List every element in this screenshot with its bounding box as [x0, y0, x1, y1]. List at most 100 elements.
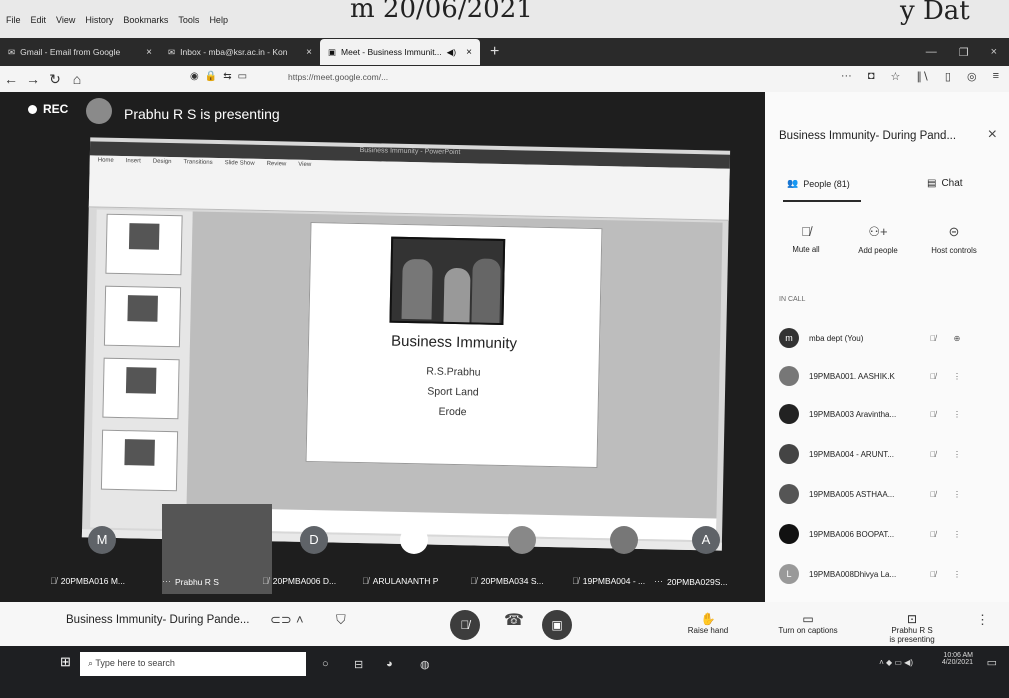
- menu-bookmarks[interactable]: Bookmarks: [123, 15, 168, 25]
- mic-off-icon: 🎙̸: [930, 529, 936, 539]
- taskbar-search-input[interactable]: ⌕ Type here to search: [80, 652, 306, 676]
- people-panel: Business Immunity- During Pand... × 👥 Pe…: [765, 92, 1009, 602]
- permissions-icon[interactable]: ⇆: [223, 71, 231, 82]
- participant-row[interactable]: 19PMBA004 - ARUNT... 🎙̸ ⋮: [779, 442, 993, 466]
- more-options-icon[interactable]: ⋮: [947, 490, 967, 499]
- shield-icon[interactable]: ◉: [190, 71, 199, 82]
- more-options-icon[interactable]: ⋮: [947, 450, 967, 459]
- more-options-icon[interactable]: ⋮: [947, 410, 967, 419]
- more-options-icon[interactable]: ⋮: [947, 570, 967, 579]
- speaker-icon[interactable]: ◀): [447, 47, 456, 58]
- participant-row[interactable]: 19PMBA006 BOOPAT... 🎙̸ ⋮: [779, 522, 993, 546]
- participant-name: 19PMBA004 - ARUNT...: [809, 449, 894, 459]
- mic-off-icon: 🎙̸: [930, 371, 936, 381]
- participant-row[interactable]: 19PMBA003 Aravintha... 🎙̸ ⋮: [779, 402, 993, 426]
- link-icon[interactable]: ⊂⊃: [270, 612, 292, 628]
- tab-people[interactable]: 👥 People (81): [787, 178, 850, 189]
- participant-tile[interactable]: M 🎙̸ 20PMBA016 M...: [50, 504, 160, 594]
- mic-toggle-button[interactable]: 🎙̸: [450, 610, 480, 640]
- back-icon[interactable]: ←: [0, 71, 22, 87]
- close-icon[interactable]: ×: [306, 47, 312, 58]
- more-options-icon[interactable]: ⋮: [976, 612, 989, 628]
- participant-row[interactable]: 19PMBA001. AASHIK.K 🎙̸ ⋮: [779, 364, 993, 388]
- pocket-icon[interactable]: ◘: [868, 70, 875, 83]
- more-options-icon[interactable]: ⋮: [947, 530, 967, 539]
- notification-icon[interactable]: ▭: [987, 656, 997, 669]
- window-controls: — ❐ ×: [926, 46, 1009, 59]
- add-people-button[interactable]: ⚇+ Add people: [843, 224, 913, 255]
- tab-chat[interactable]: ▤ Chat: [927, 178, 963, 189]
- menu-edit[interactable]: Edit: [31, 15, 47, 25]
- more-options-icon[interactable]: ⋮: [947, 372, 967, 381]
- navigation-bar: ← → ↻ ⌂ ◉ 🔒 ⇆ ▭ https://meet.google.com/…: [0, 66, 1009, 92]
- avatar: m: [779, 328, 799, 348]
- lock-icon[interactable]: 🔒: [205, 71, 217, 82]
- participant-tile[interactable]: 🎙̸ 20PMBA034 S...: [470, 504, 580, 594]
- pin-icon[interactable]: ⊕: [947, 334, 967, 343]
- chevron-up-icon[interactable]: ˄: [296, 612, 304, 627]
- forward-icon[interactable]: →: [22, 71, 44, 87]
- tab-gmail[interactable]: ✉ Gmail - Email from Google ×: [0, 39, 160, 65]
- leave-call-icon[interactable]: ☎: [504, 610, 524, 630]
- reload-icon[interactable]: ↻: [44, 71, 66, 88]
- menu-file[interactable]: File: [6, 15, 21, 25]
- close-icon[interactable]: ×: [988, 126, 997, 144]
- participant-tile[interactable]: D 🎙̸ 20PMBA006 D...: [262, 504, 372, 594]
- bookmark-star-icon[interactable]: ☆: [891, 70, 901, 83]
- new-tab-button[interactable]: +: [480, 43, 509, 61]
- sidebar-icon[interactable]: ▯: [945, 70, 951, 83]
- tile-name: ARULANANTH P: [372, 576, 439, 586]
- security-shield-icon[interactable]: ⛉: [336, 612, 346, 628]
- participant-tile[interactable]: 🎙̸ ARULANANTH P: [362, 504, 472, 594]
- tab-meet[interactable]: ▣ Meet - Business Immunit... ◀) ×: [320, 39, 480, 65]
- meet-stage: REC Prabhu R S is presenting Business Im…: [0, 92, 765, 602]
- raise-hand-button[interactable]: ✋ Raise hand: [668, 612, 748, 635]
- ribbon-tab: Review: [266, 161, 287, 168]
- menu-view[interactable]: View: [56, 15, 75, 25]
- close-window-icon[interactable]: ×: [991, 46, 997, 59]
- minimize-icon[interactable]: —: [926, 46, 937, 59]
- tab-inbox[interactable]: ✉ Inbox - mba@ksr.ac.in - Kon ×: [160, 39, 320, 65]
- clock[interactable]: 10:06 AM 4/20/2021: [942, 652, 973, 666]
- menu-help[interactable]: Help: [209, 15, 228, 25]
- mic-off-icon: 🎙̸: [930, 409, 936, 419]
- ribbon-tab: Insert: [125, 158, 141, 165]
- menu-icon[interactable]: ≡: [993, 70, 999, 83]
- presenting-button[interactable]: ⊡ Prabhu R S is presenting: [872, 612, 952, 644]
- participant-row[interactable]: 19PMBA005 ASTHAA... 🎙̸ ⋮: [779, 482, 993, 506]
- menu-history[interactable]: History: [85, 15, 113, 25]
- url-field[interactable]: https://meet.google.com/...: [288, 72, 388, 82]
- participant-row[interactable]: L 19PMBA008Dhivya La... 🎙̸ ⋮: [779, 562, 993, 586]
- windows-start-icon[interactable]: ⊞: [60, 654, 71, 670]
- participant-row[interactable]: m mba dept (You) 🎙̸ ⊕: [779, 326, 993, 350]
- mic-off-icon: 🎙̸: [470, 576, 477, 586]
- tile-name: 20PMBA029S...: [667, 576, 728, 587]
- camera-icon[interactable]: ▭: [238, 71, 247, 82]
- raise-hand-label: Raise hand: [687, 626, 729, 635]
- captions-button[interactable]: ▭ Turn on captions: [768, 612, 848, 635]
- toolbar-right: ··· ◘ ☆ ∥∖ ▯ ◎ ≡: [841, 70, 999, 83]
- maximize-icon[interactable]: ❐: [959, 46, 969, 59]
- system-tray[interactable]: ˄ ◆ ▭ ◀): [879, 658, 913, 667]
- chrome-icon[interactable]: ◍: [420, 658, 430, 671]
- mic-off-icon: 🎙̸: [362, 576, 369, 586]
- task-view-icon[interactable]: ⊟: [354, 658, 363, 671]
- mail-icon: ✉: [8, 46, 16, 57]
- meeting-name[interactable]: Business Immunity- During Pande...: [66, 614, 249, 626]
- captions-label: Turn on captions: [778, 626, 838, 635]
- close-icon[interactable]: ×: [466, 47, 472, 58]
- home-icon[interactable]: ⌂: [66, 71, 88, 87]
- extension-icon[interactable]: ◎: [967, 70, 977, 83]
- mute-all-button[interactable]: 🎙̸ Mute all: [771, 224, 841, 254]
- participant-tile[interactable]: ⋯ Prabhu R S: [162, 504, 272, 594]
- cortana-icon[interactable]: ○: [322, 658, 329, 670]
- host-controls-button[interactable]: ⊝ Host controls: [919, 224, 989, 255]
- url-icons: ◉ 🔒 ⇆ ▭: [190, 71, 247, 82]
- menu-tools[interactable]: Tools: [178, 15, 199, 25]
- camera-toggle-button[interactable]: ▣: [542, 610, 572, 640]
- close-icon[interactable]: ×: [146, 47, 152, 58]
- more-icon[interactable]: ···: [841, 70, 852, 83]
- library-icon[interactable]: ∥∖: [916, 70, 929, 83]
- participant-tile[interactable]: A ⋯ 20PMBA029S...: [654, 504, 764, 594]
- firefox-icon[interactable]: ◕: [386, 658, 393, 670]
